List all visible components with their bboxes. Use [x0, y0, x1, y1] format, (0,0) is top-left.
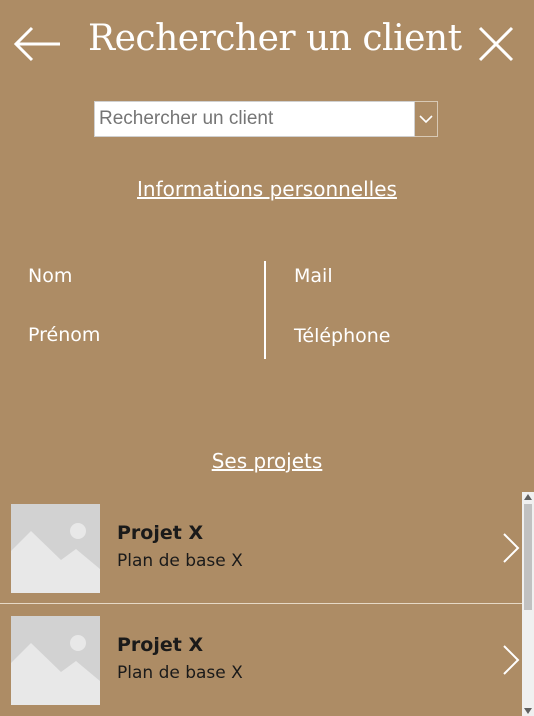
caret-up-icon [524, 494, 532, 500]
personal-info-heading[interactable]: Informations personnelles [0, 177, 534, 201]
scroll-down-button[interactable] [522, 706, 534, 716]
projects-gallery[interactable]: Projet X Plan de base X Projet X Plan de… [0, 492, 534, 716]
project-subtitle: Plan de base X [117, 551, 243, 571]
list-scrollbar[interactable] [522, 492, 534, 716]
project-thumbnail [11, 504, 100, 593]
dropdown-toggle-button[interactable] [415, 101, 438, 137]
scroll-thumb[interactable] [524, 504, 532, 610]
project-title: Projet X [117, 522, 204, 544]
image-placeholder-icon [11, 616, 100, 705]
caret-down-icon [524, 708, 532, 714]
client-search-screen: Rechercher un client Informations person… [0, 0, 534, 716]
arrow-left-icon [13, 26, 60, 62]
nom-label: Nom [28, 265, 73, 287]
header: Rechercher un client [0, 0, 534, 88]
project-subtitle: Plan de base X [117, 663, 243, 683]
prenom-label: Prénom [28, 324, 101, 346]
mail-label: Mail [294, 265, 333, 287]
scroll-up-button[interactable] [522, 492, 534, 502]
chevron-down-icon [419, 115, 433, 124]
close-icon [478, 26, 514, 62]
chevron-right-icon[interactable] [497, 532, 523, 564]
image-placeholder-icon [11, 504, 100, 593]
project-list-item[interactable]: Projet X Plan de base X [0, 492, 522, 604]
project-title: Projet X [117, 634, 204, 656]
client-search-combobox[interactable] [94, 101, 438, 137]
project-thumbnail [11, 616, 100, 705]
client-search-input[interactable] [94, 101, 415, 137]
close-button[interactable] [474, 22, 518, 66]
project-list-item[interactable]: Projet X Plan de base X [0, 604, 522, 716]
info-divider [264, 261, 266, 359]
chevron-right-icon[interactable] [497, 644, 523, 676]
page-title: Rechercher un client [88, 18, 462, 59]
back-button[interactable] [12, 22, 64, 66]
projects-heading[interactable]: Ses projets [0, 449, 534, 473]
telephone-label: Téléphone [294, 325, 391, 347]
